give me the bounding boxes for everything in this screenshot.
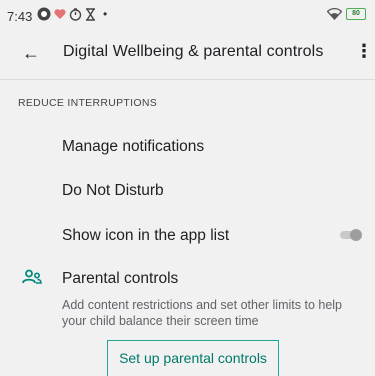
show-icon-toggle[interactable] xyxy=(338,229,362,241)
toolbar-divider xyxy=(0,79,375,80)
arrow-left-icon[interactable]: ← xyxy=(22,43,40,64)
more-vert-icon[interactable]: ⋮ xyxy=(355,41,373,62)
manage-notifications-item[interactable]: Manage notifications xyxy=(62,138,204,156)
hourglass-icon xyxy=(86,7,95,21)
toggle-thumb xyxy=(350,229,362,241)
wifi-icon xyxy=(327,8,342,20)
status-bar: 7:43 • 80 xyxy=(0,0,375,30)
heart-icon xyxy=(54,9,66,19)
timer-icon xyxy=(69,7,82,21)
section-header-reduce-interruptions: REDUCE INTERRUPTIONS xyxy=(18,97,158,109)
dot-icon: • xyxy=(103,7,108,21)
status-notification-icons: • xyxy=(37,7,107,21)
show-icon-in-app-list-item[interactable]: Show icon in the app list xyxy=(62,227,229,245)
parental-controls-icon xyxy=(22,269,42,284)
page-title: Digital Wellbeing & parental controls xyxy=(63,43,324,60)
status-system-icons: 80 xyxy=(327,8,366,20)
parental-controls-description: Add content restrictions and set other l… xyxy=(62,298,343,328)
app-toolbar: ← Digital Wellbeing & parental controls … xyxy=(0,30,375,78)
circle-app-icon xyxy=(37,7,51,21)
battery-icon: 80 xyxy=(346,8,366,20)
parental-controls-title[interactable]: Parental controls xyxy=(62,270,178,288)
set-up-parental-controls-button[interactable]: Set up parental controls xyxy=(107,340,279,376)
do-not-disturb-item[interactable]: Do Not Disturb xyxy=(62,182,164,200)
status-time: 7:43 xyxy=(7,9,33,24)
